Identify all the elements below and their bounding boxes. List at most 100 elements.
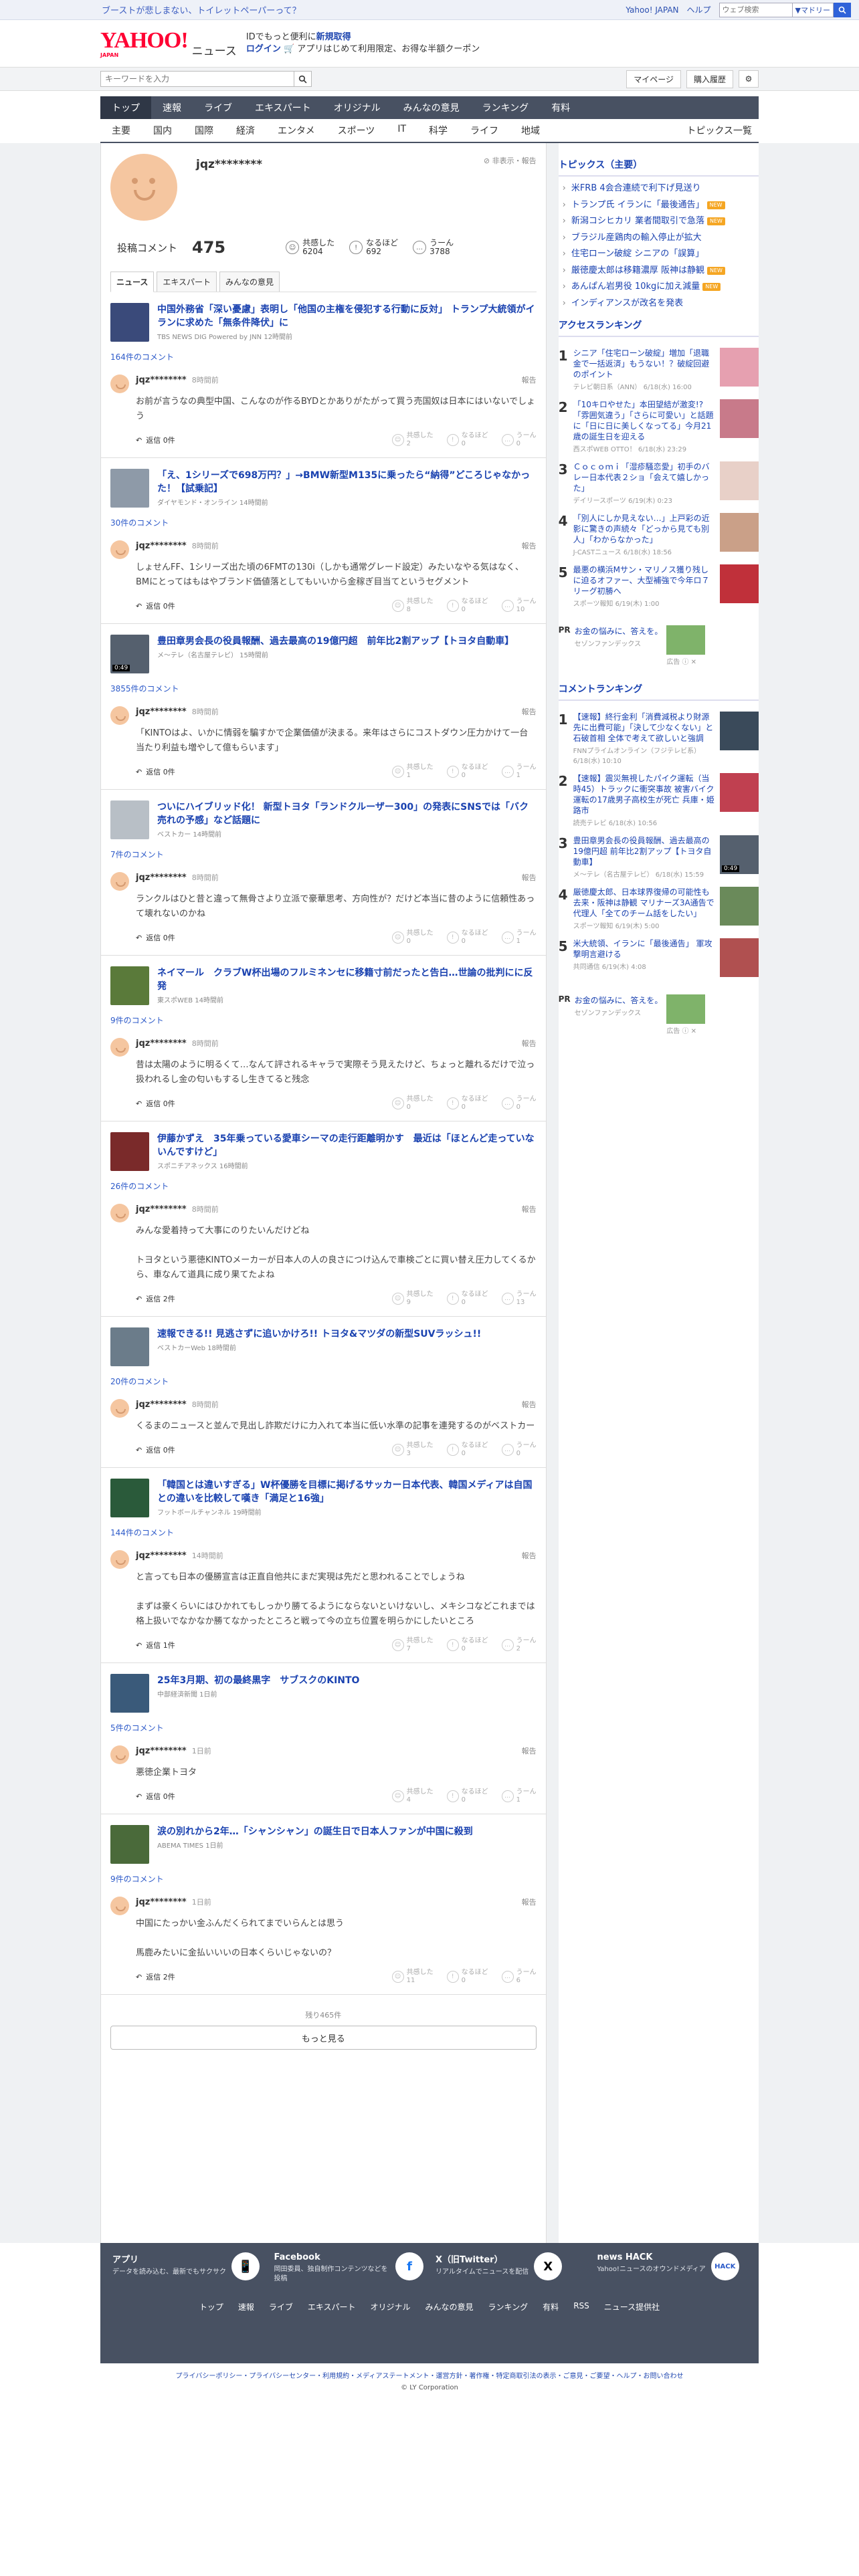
insight-button[interactable]: ! なるほど 0	[446, 1095, 488, 1111]
hmm-button[interactable]: … うーん 10	[501, 598, 537, 614]
article-link[interactable]: ついにハイブリッド化！ 新型トヨタ「ランドクルーザー300」の発表にSNSでは「…	[110, 800, 537, 839]
article-link[interactable]: 0:49 豊田章男会長の役員報酬、過去最高の19億円超 前年比2割アップ【トヨタ自…	[110, 635, 537, 673]
hmm-button[interactable]: … うーん 6	[501, 1969, 537, 1985]
show-more-button[interactable]: もっと見る	[110, 2026, 537, 2050]
comment-count-link[interactable]: 164件のコメント	[110, 351, 537, 362]
tab-opinions[interactable]: みんなの意見	[219, 272, 280, 292]
ranking-title[interactable]: Ｃｏｃｏｍｉ「湿疹騒恋愛」初手のバレー日本代表２ショ「会えて嬉しかった」	[573, 461, 714, 494]
footer-link[interactable]: トップ	[199, 2301, 223, 2313]
purchase-history-button[interactable]: 購入履歴	[686, 70, 733, 88]
promo-link[interactable]: ブーストが悲しまない、トイレットペーパーって？	[102, 3, 301, 16]
subnav-main[interactable]: 主要	[100, 124, 142, 137]
reply-button[interactable]: ↶ 返信 2件	[136, 1971, 175, 1982]
topic-link[interactable]: トランプ氏 イランに「最後通告」NEW	[563, 197, 759, 214]
topic-link[interactable]: 新潟コシヒカリ 業者間取引で急落NEW	[563, 213, 759, 230]
ad-1[interactable]: PR お金の悩みに、答えを。 セゾンファンデックス 広告 ⓘ ✕	[559, 625, 759, 666]
comment-count-link[interactable]: 26件のコメント	[110, 1180, 537, 1192]
nav-live[interactable]: ライブ	[193, 96, 244, 119]
news-search-input[interactable]	[100, 71, 294, 87]
web-search-button[interactable]	[834, 2, 851, 17]
ranking-title[interactable]: 米大統領、イランに「最後通告」 軍攻撃明言避ける	[573, 938, 714, 960]
comment-user[interactable]: jqz********	[136, 873, 187, 883]
footer-app-link[interactable]: Facebook 岡田委員、独自制作コンテンツなどを投稿 f	[274, 2252, 423, 2284]
topics-list-link[interactable]: トピックス一覧	[686, 124, 759, 137]
comment-user[interactable]: jqz********	[136, 707, 187, 717]
search-select[interactable]: ▼マドリー	[792, 2, 834, 17]
ranking-title[interactable]: 「10キロやせた」本田望結が激変!?「雰囲気違う」「さらに可愛い」と話題に「日に…	[573, 399, 714, 442]
footer-app-link[interactable]: アプリ データを読み込む、最新でもサクサク 📱	[112, 2252, 262, 2284]
footer-link[interactable]: オリジナル	[371, 2301, 411, 2313]
article-link[interactable]: 「韓国とは違いすぎる」W杯優勝を目標に掲げるサッカー日本代表、韓国メディアは自国…	[110, 1479, 537, 1517]
comment-user[interactable]: jqz********	[136, 375, 187, 385]
reply-button[interactable]: ↶ 返信 0件	[136, 1444, 175, 1455]
empathy-button[interactable]: ☺ 共感した 11	[391, 1969, 434, 1985]
topic-link[interactable]: 厳徳慶太郎は移籍濃厚 阪神は静観NEW	[563, 263, 759, 280]
reply-button[interactable]: ↶ 返信 2件	[136, 1293, 175, 1304]
comment-count-link[interactable]: 7件のコメント	[110, 849, 537, 860]
ranking-item[interactable]: 1 【速報】終行金利「消費減税より財源先に出費可能」「決して少なくない」と石破首相…	[559, 712, 759, 765]
comment-count-link[interactable]: 30件のコメント	[110, 517, 537, 528]
legal-links[interactable]: プライバシーポリシー・プライバシーセンター・利用規約・メディアステートメント・運…	[100, 2370, 759, 2380]
help-link[interactable]: ヘルプ	[687, 4, 711, 15]
footer-link[interactable]: ニュース提供社	[604, 2301, 660, 2313]
subnav-local[interactable]: 地域	[510, 124, 551, 137]
empathy-button[interactable]: ☺ 共感した 9	[391, 1291, 434, 1307]
insight-button[interactable]: ! なるほど 0	[446, 930, 488, 946]
article-title[interactable]: 涙の別れから2年…「シャンシャン」の誕生日で日本人ファンが中国に殺到	[157, 1825, 473, 1838]
report-link[interactable]: 報告	[522, 1038, 537, 1049]
hmm-button[interactable]: … うーん 13	[501, 1291, 537, 1307]
reply-button[interactable]: ↶ 返信 0件	[136, 932, 175, 943]
comment-user[interactable]: jqz********	[136, 1039, 187, 1049]
ranking-item[interactable]: 4 厳徳慶太郎、日本球界復帰の可能性も 去来・阪神は静観 マリナーズ3A通告で代理…	[559, 887, 759, 930]
article-title[interactable]: 「え、1シリーズで698万円？」→BMW新型M135に乗ったら“納得”どころじゃ…	[157, 469, 537, 496]
report-link[interactable]: 報告	[522, 1204, 537, 1214]
insight-button[interactable]: ! なるほど 0	[446, 1788, 488, 1804]
nav-flash[interactable]: 速報	[151, 96, 193, 119]
report-link[interactable]: 報告	[522, 1550, 537, 1561]
article-link[interactable]: ネイマール クラブW杯出場のフルミネンセに移籍寸前だったと告白…世論の批判にに反…	[110, 966, 537, 1005]
insight-button[interactable]: ! なるほど 0	[446, 764, 488, 780]
topic-link[interactable]: 住宅ローン破綻 シニアの「誤算」	[563, 246, 759, 263]
hmm-button[interactable]: … うーん 0	[501, 1095, 537, 1111]
nav-original[interactable]: オリジナル	[322, 96, 392, 119]
reply-button[interactable]: ↶ 返信 0件	[136, 435, 175, 445]
ranking-item[interactable]: 2 【速報】震災無視したパイク運転（当時45）トラックに衝突事故 被害バイク運転の…	[559, 773, 759, 827]
article-title[interactable]: 豊田章男会長の役員報酬、過去最高の19億円超 前年比2割アップ【トヨタ自動車】	[157, 635, 514, 648]
hmm-button[interactable]: … うーん 0	[501, 432, 537, 448]
ad-close[interactable]: 広告 ⓘ ✕	[666, 656, 705, 666]
hmm-button[interactable]: … うーん 1	[501, 764, 537, 780]
nav-top[interactable]: トップ	[100, 96, 151, 119]
footer-link[interactable]: みんなの意見	[425, 2301, 474, 2313]
subnav-entertainment[interactable]: エンタメ	[266, 124, 326, 137]
hmm-button[interactable]: … うーん 1	[501, 1788, 537, 1804]
footer-link[interactable]: ライブ	[269, 2301, 293, 2313]
ranking-item[interactable]: 1 シニア「住宅ローン破綻」増加「退職金で一括返済」もうない！？破綻回避のポイント…	[559, 348, 759, 391]
insight-button[interactable]: ! なるほど 0	[446, 1637, 488, 1653]
topic-link[interactable]: インディアンスが改名を発表	[563, 296, 759, 312]
topic-link[interactable]: ブラジル産鶏肉の輸入停止が拡大	[563, 230, 759, 247]
footer-app-link[interactable]: news HACK Yahoo!ニュースのオウンドメディア HACK	[597, 2252, 747, 2284]
article-title[interactable]: 伊藤かずえ 35年乗っている愛車シーマの走行距離明かす 最近は「ほとんど走ってい…	[157, 1132, 537, 1159]
report-link[interactable]: 報告	[522, 1399, 537, 1410]
footer-link[interactable]: 速報	[238, 2301, 254, 2313]
empathy-button[interactable]: ☺ 共感した 3	[391, 1442, 434, 1458]
ranking-title[interactable]: 【速報】終行金利「消費減税より財源先に出費可能」「決して少なくない」と石破首相 …	[573, 712, 714, 744]
nav-expert[interactable]: エキスパート	[244, 96, 322, 119]
footer-link[interactable]: エキスパート	[308, 2301, 356, 2313]
comment-user[interactable]: jqz********	[136, 541, 187, 551]
ranking-item[interactable]: 3 Ｃｏｃｏｍｉ「湿疹騒恋愛」初手のバレー日本代表２ショ「会えて嬉しかった」 デイリ…	[559, 461, 759, 505]
comment-user[interactable]: jqz********	[136, 1746, 187, 1756]
ranking-title[interactable]: 豊田章男会長の役員報酬、過去最高の19億円超 前年比2割アップ【トヨタ自動車】	[573, 835, 714, 867]
ad-close[interactable]: 広告 ⓘ ✕	[666, 1025, 705, 1035]
report-link[interactable]: 報告	[522, 540, 537, 551]
article-link[interactable]: 伊藤かずえ 35年乗っている愛車シーマの走行距離明かす 最近は「ほとんど走ってい…	[110, 1132, 537, 1171]
yahoo-news-logo[interactable]: YAHOO! JAPAN ニュース	[100, 29, 237, 58]
empathy-button[interactable]: ☺ 共感した 0	[391, 1095, 434, 1111]
comment-count-link[interactable]: 9件のコメント	[110, 1014, 537, 1026]
comment-user[interactable]: jqz********	[136, 1400, 187, 1410]
hmm-button[interactable]: … うーん 2	[501, 1637, 537, 1653]
tab-news[interactable]: ニュース	[110, 272, 155, 292]
insight-button[interactable]: ! なるほど 0	[446, 1291, 488, 1307]
settings-button[interactable]: ⚙	[739, 70, 759, 88]
nav-ranking[interactable]: ランキング	[471, 96, 541, 119]
